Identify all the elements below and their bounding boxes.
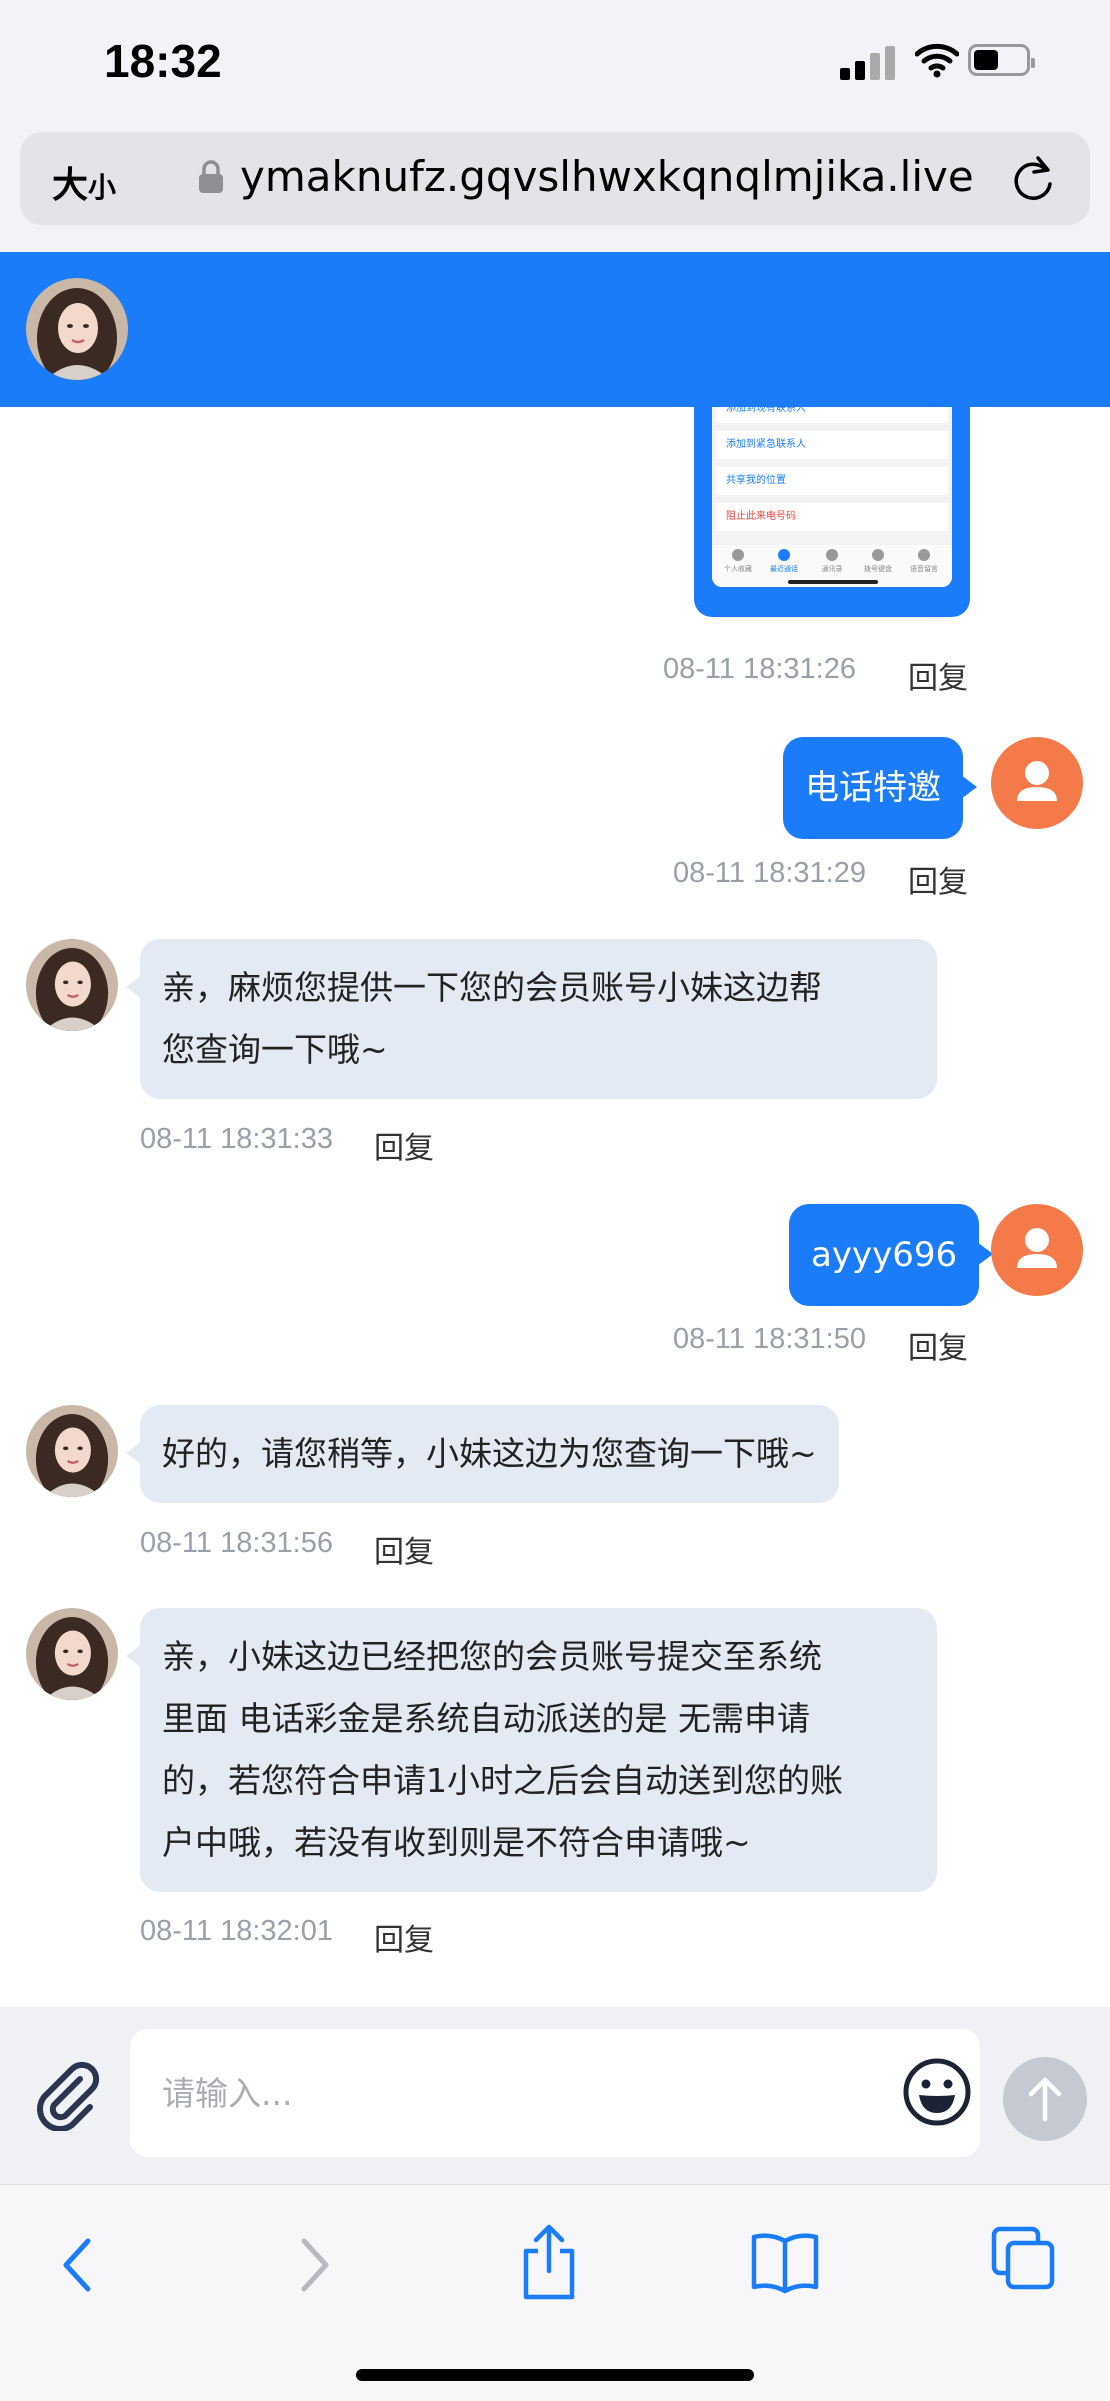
reply-button[interactable]: 回复 [374,1527,434,1571]
bookmarks-icon[interactable] [750,2229,820,2295]
home-indicator [356,2369,754,2381]
message-input[interactable] [130,2029,980,2157]
message-line: 您查询一下哦~ [162,1030,388,1069]
text-size-button[interactable]: 大小 [52,156,116,208]
thumb-tab: 个人收藏 [718,549,758,574]
incoming-message-bubble[interactable]: 亲，小妹这边已经把您的会员账号提交至系统 里面 电话彩金是系统自动派送的是 无需… [126,1608,937,1892]
user-avatar[interactable] [991,737,1083,829]
back-icon[interactable] [52,2231,102,2299]
user-icon [1017,1228,1057,1268]
agent-avatar[interactable] [26,1405,118,1497]
status-time: 18:32 [104,35,222,87]
text-size-large: 大 [52,165,89,206]
thumb-row: 阻止此来电号码 [716,503,948,531]
browser-toolbar [0,2184,1110,2401]
incoming-message-bubble[interactable]: 好的，请您稍等，小妹这边为您查询一下哦~ [126,1405,839,1503]
reply-button[interactable]: 回复 [374,1123,434,1167]
reply-button[interactable]: 回复 [908,1323,968,1367]
reply-button[interactable]: 回复 [908,857,968,901]
user-icon [1017,761,1057,801]
status-bar: 18:32 [0,0,1110,125]
forward-icon[interactable] [290,2231,340,2299]
tabs-icon[interactable] [990,2225,1056,2291]
browser-address-area: 大小 ymaknufz.gqvslhwxkqnqlmjika.live [0,125,1110,252]
agent-avatar[interactable] [26,939,118,1031]
thumb-row: 共享我的位置 [716,467,948,495]
reply-button[interactable]: 回复 [908,653,968,697]
message-line: 户中哦，若没有收到则是不符合申请哦~ [162,1823,751,1862]
composer-bar [0,2007,1110,2184]
message-line: 亲，小妹这边已经把您的会员账号提交至系统 [162,1637,822,1676]
message-time: 08-11 18:31:33 [140,1123,333,1155]
thumb-tab: 语音留言 [904,549,944,574]
reload-icon[interactable] [1010,154,1056,202]
emoji-icon[interactable] [902,2057,972,2127]
text-size-small: 小 [88,171,117,204]
message-line: 好的，请您稍等，小妹这边为您查询一下哦~ [162,1434,817,1473]
thumb-tab: 拨号键盘 [858,549,898,574]
thumb-row: 添加到现有联系人 [716,407,948,423]
message-time: 08-11 18:32:01 [140,1915,333,1947]
send-button[interactable] [1003,2057,1087,2141]
message-time: 08-11 18:31:29 [673,857,866,889]
outgoing-message-bubble[interactable]: 电话特邀 [783,737,977,839]
paperclip-icon[interactable] [28,2055,104,2131]
agent-avatar[interactable] [26,1608,118,1700]
outgoing-message-bubble[interactable]: ayyy696 [789,1204,994,1306]
message-time: 08-11 18:31:26 [663,653,856,685]
reply-button[interactable]: 回复 [374,1915,434,1959]
message-time: 08-11 18:31:50 [673,1323,866,1355]
agent-avatar[interactable] [26,278,128,380]
image-content: 添加到现有联系人 添加到紧急联系人 共享我的位置 阻止此来电号码 个人收藏 最近… [712,407,952,587]
address-bar[interactable]: 大小 ymaknufz.gqvslhwxkqnqlmjika.live [20,132,1090,225]
chat-header [0,252,1110,407]
incoming-message-bubble[interactable]: 亲，麻烦您提供一下您的会员账号小妹这边帮 您查询一下哦~ [126,939,937,1099]
signal-icon [840,44,900,80]
battery-icon [968,44,1035,76]
thumb-home-indicator [788,580,878,584]
user-avatar[interactable] [991,1204,1083,1296]
message-line: 里面 电话彩金是系统自动派送的是 无需申请 [162,1699,810,1738]
url-text[interactable]: ymaknufz.gqvslhwxkqnqlmjika.live [240,152,974,201]
thumb-row: 添加到紧急联系人 [716,431,948,459]
wifi-icon [915,43,959,78]
arrow-up-icon [1028,2077,1062,2122]
message-line: 亲，麻烦您提供一下您的会员账号小妹这边帮 [162,968,822,1007]
thumb-tab: 通讯录 [812,549,852,574]
lock-icon [199,160,223,193]
image-message[interactable]: 添加到现有联系人 添加到紧急联系人 共享我的位置 阻止此来电号码 个人收藏 最近… [694,407,970,617]
share-icon[interactable] [518,2223,580,2303]
message-time: 08-11 18:31:56 [140,1527,333,1559]
chat-messages[interactable]: 添加到现有联系人 添加到紧急联系人 共享我的位置 阻止此来电号码 个人收藏 最近… [0,407,1110,2007]
message-line: 的，若您符合申请1小时之后会自动送到您的账 [162,1761,843,1800]
thumb-tab: 最近通话 [764,549,804,574]
